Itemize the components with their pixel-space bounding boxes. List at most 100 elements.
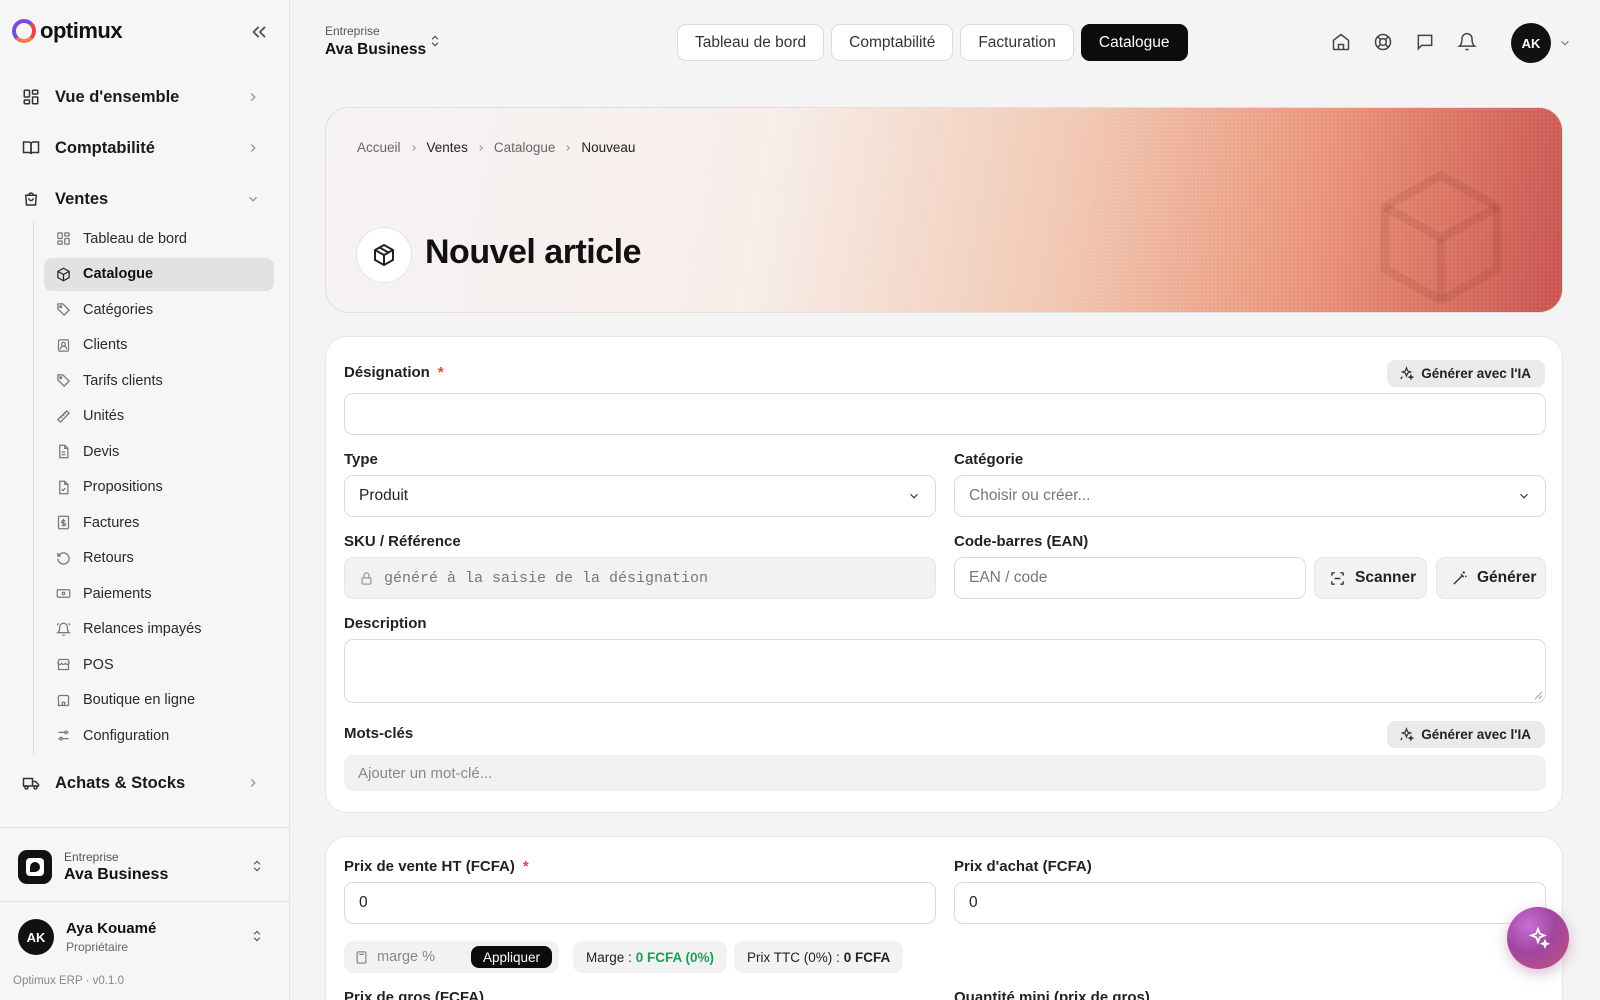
chevron-down-icon [1517,489,1531,503]
ttc-summary-label: Prix TTC (0%) : [747,949,840,965]
sidebar-item-quotes[interactable]: Devis [44,435,274,468]
purchase-price-input[interactable]: 0 [954,882,1546,924]
sidebar-item-label: Catégories [83,301,154,318]
sidebar-item-label: Boutique en ligne [83,692,196,708]
breadcrumb-sales[interactable]: Ventes [427,140,468,155]
barcode-label: Code-barres (EAN) [954,533,1089,550]
chevron-right-icon [246,141,260,155]
shopping-bag-icon [22,190,40,208]
file-text-icon [56,444,71,459]
resize-handle-icon[interactable] [1534,691,1543,700]
apply-margin-button[interactable]: Appliquer [471,946,553,968]
collapse-sidebar-icon[interactable] [248,21,270,43]
wholesale-price-label: Prix de gros (FCFA) [344,989,485,1000]
bell-icon[interactable] [1457,32,1477,52]
sale-price-input[interactable]: 0 [344,882,936,924]
sidebar-item-dashboard[interactable]: Tableau de bord [44,222,274,255]
ruler-icon [56,409,71,424]
nav-section-label: Achats & Stocks [55,773,186,792]
sidebar-item-label: Clients [83,337,128,353]
keywords-label: Mots-clés [344,725,414,742]
generate-ai-designation-button[interactable]: Générer avec l'IA [1387,360,1545,387]
contact-icon [56,338,71,353]
designation-input[interactable] [344,393,1546,435]
sidebar-item-units[interactable]: Unités [44,400,274,433]
wand-icon [1451,570,1477,587]
divider [0,827,290,828]
type-value: Produit [359,487,409,504]
tab-dashboard[interactable]: Tableau de bord [677,24,825,61]
tab-catalogue[interactable]: Catalogue [1080,24,1188,61]
user-menu[interactable]: AK Aya Kouamé Propriétaire [18,917,274,957]
sidebar-item-configuration[interactable]: Configuration [44,719,274,752]
sidebar-item-label: Catalogue [83,266,154,282]
ai-assistant-button[interactable] [1507,907,1569,969]
sku-label: SKU / Référence [344,533,461,550]
nav-section-sales[interactable]: Ventes [14,179,276,219]
keywords-input[interactable]: Ajouter un mot-clé... [344,755,1546,791]
sidebar-item-label: Tarifs clients [83,372,163,389]
company-logo-icon [18,850,52,884]
breadcrumb-home[interactable]: Accueil [357,140,401,155]
barcode-input[interactable]: EAN / code [954,557,1306,599]
purchase-price-value: 0 [969,894,978,911]
tab-billing[interactable]: Facturation [960,24,1074,61]
company-switcher[interactable]: Entreprise Ava Business [18,846,274,888]
home-icon[interactable] [1331,32,1351,52]
nav-section-label: Comptabilité [55,138,155,157]
sidebar-item-label: Relances impayés [83,621,202,637]
purchase-price-label: Prix d'achat (FCFA) [954,858,1092,875]
scan-barcode-button[interactable]: Scanner [1314,557,1427,599]
bell-ring-icon [56,622,71,637]
generate-barcode-button[interactable]: Générer [1436,557,1546,599]
sidebar-item-invoices[interactable]: Factures [44,506,274,539]
generate-ai-keywords-button[interactable]: Générer avec l'IA [1387,721,1545,748]
sidebar-item-catalogue[interactable]: Catalogue [44,257,274,291]
layout-grid-icon [56,231,71,246]
chevrons-up-down-icon [250,859,264,875]
chevron-right-icon [409,143,419,153]
chevron-down-icon[interactable] [1558,36,1572,50]
breadcrumb-catalogue[interactable]: Catalogue [494,140,556,155]
description-textarea[interactable] [344,639,1546,703]
sidebar-item-proposals[interactable]: Propositions [44,471,274,504]
lock-icon [359,571,374,586]
breadcrumb: Accueil Ventes Catalogue Nouveau [357,140,635,155]
breadcrumb-current: Nouveau [581,140,636,155]
avatar[interactable]: AK [1511,23,1551,63]
topbar-company-switcher[interactable]: Entreprise Ava Business [325,24,426,59]
sidebar-item-returns[interactable]: Retours [44,542,274,575]
sale-price-label: Prix de vente HT (FCFA) * [344,858,529,875]
sidebar-item-online-store[interactable]: Boutique en ligne [44,684,274,717]
nav-section-accounting[interactable]: Comptabilité [14,128,276,168]
chevron-down-icon [246,192,260,206]
category-select[interactable]: Choisir ou créer... [954,475,1546,517]
company-name: Ava Business [64,866,169,883]
sidebar-item-clients[interactable]: Clients [44,329,274,362]
box-watermark-icon [1366,163,1516,312]
designation-label: Désignation * [344,364,444,381]
tab-accounting[interactable]: Comptabilité [831,24,954,61]
nav-section-purchases-stocks[interactable]: Achats & Stocks [14,763,276,803]
sidebar-item-payments[interactable]: Paiements [44,577,274,610]
box-icon [372,243,396,267]
message-icon[interactable] [1415,32,1435,52]
divider [0,901,290,902]
sidebar-item-categories[interactable]: Catégories [44,293,274,326]
brand-logo[interactable]: optimux [12,18,123,44]
sidebar-item-pos[interactable]: POS [44,648,274,681]
general-info-card: Désignation * Générer avec l'IA Type Prod… [325,336,1563,813]
company-label: Entreprise [325,24,380,38]
margin-summary-label: Marge : [586,949,632,965]
ttc-price-summary: Prix TTC (0%) : 0 FCFA [734,941,904,973]
type-select[interactable]: Produit [344,475,936,517]
chevron-right-icon [476,143,486,153]
margin-percent-input[interactable]: marge % [377,949,457,965]
help-circle-icon[interactable] [1373,32,1393,52]
sidebar-item-reminders[interactable]: Relances impayés [44,613,274,646]
nav-section-overview[interactable]: Vue d'ensemble [14,77,276,117]
chevrons-up-down-icon[interactable] [428,34,442,50]
sidebar-item-client-pricing[interactable]: Tarifs clients [44,364,274,397]
sidebar-item-label: Factures [83,514,140,531]
pricing-card: Prix de vente HT (FCFA) * 0 Prix d'achat … [325,836,1563,1000]
